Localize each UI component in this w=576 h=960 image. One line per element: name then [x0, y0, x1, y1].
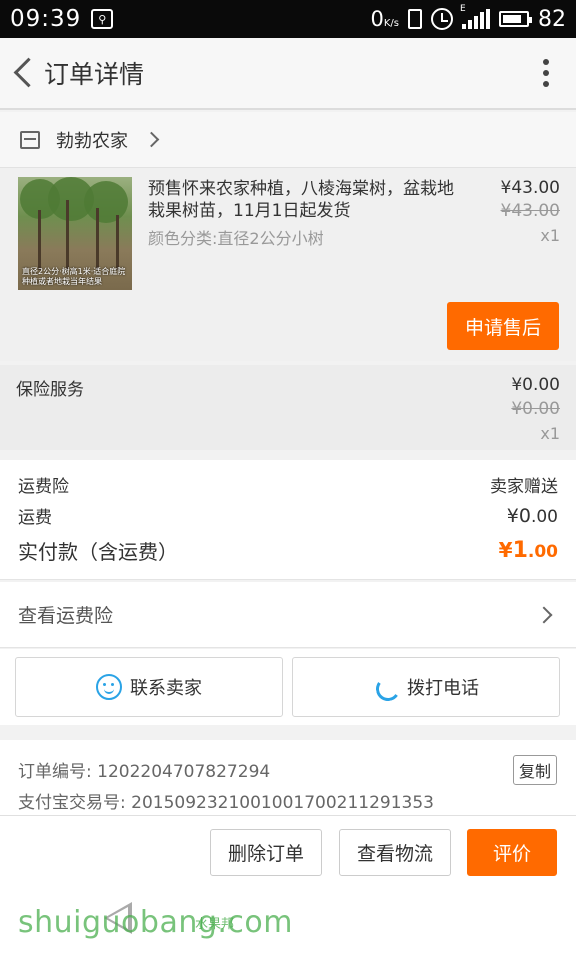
- order-number: 1202204707827294: [97, 762, 271, 782]
- page-title: 订单详情: [44, 60, 145, 89]
- product-item[interactable]: 直径2公分·树高1米·适合庭院种植或者地栽当年结果 预售怀来农家种植，八棱海棠树…: [0, 168, 576, 361]
- insurance-label: 保险服务: [16, 380, 84, 400]
- product-original-price: ¥43.00: [500, 201, 560, 221]
- chat-smile-icon: [96, 674, 122, 700]
- shop-row[interactable]: 勃勃农家: [0, 112, 576, 168]
- vibrate-icon: [408, 9, 422, 29]
- order-info-section: 订单编号: 1202204707827294 复制 支付宝交易号: 201509…: [0, 740, 576, 820]
- watermark-logo: shuiguobang.com: [18, 905, 293, 940]
- product-image[interactable]: 直径2公分·树高1米·适合庭院种植或者地栽当年结果: [18, 177, 132, 290]
- more-menu-icon[interactable]: [516, 37, 576, 109]
- bottom-action-bar: 删除订单 查看物流 评价: [0, 815, 576, 890]
- shipping-insurance-row: 运费险 卖家赠送: [18, 472, 558, 497]
- shop-icon: [20, 130, 40, 149]
- contact-seller-button[interactable]: 联系卖家: [15, 657, 283, 717]
- copy-button[interactable]: 复制: [513, 755, 557, 785]
- phone-icon: [373, 674, 399, 700]
- shipping-label: 运费: [18, 508, 52, 528]
- product-price-column: ¥43.00 ¥43.00 x1: [501, 178, 560, 245]
- product-image-caption: 直径2公分·树高1米·适合庭院种植或者地栽当年结果: [22, 267, 126, 286]
- battery-level: 82: [538, 6, 566, 32]
- insurance-quantity: x1: [540, 424, 560, 443]
- shipping-row: 运费 ¥0.00: [18, 503, 558, 529]
- insurance-price: ¥0.00: [511, 375, 560, 395]
- battery-icon: [499, 11, 532, 27]
- product-quantity: x1: [540, 226, 560, 245]
- notification-app-icon: ⚲: [91, 9, 114, 29]
- back-arrow-icon[interactable]: [4, 37, 44, 109]
- alipay-number-line: 支付宝交易号: 2015092321001001700211291353: [18, 788, 434, 813]
- insurance-service-item: 保险服务 ¥0.00 ¥0.00 x1: [0, 365, 576, 450]
- shipping-insurance-value: 卖家赠送: [490, 477, 558, 497]
- fees-section: 运费险 卖家赠送 运费 ¥0.00 实付款（含运费） ¥1.00: [0, 460, 576, 580]
- product-title: 预售怀来农家种植，八棱海棠树，盆栽地栽果树苗，11月1日起发货: [148, 179, 454, 221]
- status-time: 09:39: [10, 6, 82, 32]
- network-speed: 0K/s: [370, 7, 399, 31]
- total-paid-row: 实付款（含运费） ¥1.00: [18, 536, 558, 565]
- apply-after-sale-button[interactable]: 申请售后: [447, 302, 559, 350]
- order-number-line: 订单编号: 1202204707827294: [18, 757, 270, 782]
- app-header: 订单详情: [0, 38, 576, 110]
- insurance-original-price: ¥0.00: [511, 399, 560, 419]
- alipay-number-label: 支付宝交易号:: [18, 793, 126, 813]
- status-icons: 0K/s E 82: [370, 4, 566, 32]
- total-paid-value: ¥1.00: [498, 538, 558, 563]
- view-shipping-insurance-label: 查看运费险: [18, 605, 114, 627]
- chevron-right-icon: [143, 131, 160, 148]
- order-number-label: 订单编号:: [18, 762, 92, 782]
- shipping-value: ¥0.00: [506, 504, 558, 527]
- contact-seller-label: 联系卖家: [130, 678, 202, 699]
- delete-order-button[interactable]: 删除订单: [210, 829, 322, 876]
- status-bar: 09:39 ⚲ 0K/s E 82: [0, 0, 576, 38]
- view-logistics-button[interactable]: 查看物流: [339, 829, 451, 876]
- product-price: ¥43.00: [500, 178, 560, 198]
- review-button[interactable]: 评价: [467, 829, 557, 876]
- product-spec: 颜色分类:直径2公分小树: [148, 229, 324, 248]
- insurance-price-column: ¥0.00 ¥0.00 x1: [511, 375, 560, 443]
- chevron-right-icon: [535, 606, 553, 623]
- total-paid-label: 实付款（含运费）: [18, 540, 178, 564]
- view-shipping-insurance-row[interactable]: 查看运费险: [0, 582, 576, 648]
- alipay-number: 2015092321001001700211291353: [131, 793, 434, 813]
- signal-icon: E: [460, 4, 490, 29]
- watermark-logo-cn: 水果邦: [195, 917, 235, 932]
- shop-name: 勃勃农家: [56, 130, 128, 152]
- shipping-insurance-label: 运费险: [18, 477, 69, 497]
- alarm-icon: [431, 8, 453, 30]
- contact-area: 联系卖家 拨打电话: [0, 649, 576, 725]
- call-phone-label: 拨打电话: [407, 678, 479, 699]
- call-phone-button[interactable]: 拨打电话: [292, 657, 560, 717]
